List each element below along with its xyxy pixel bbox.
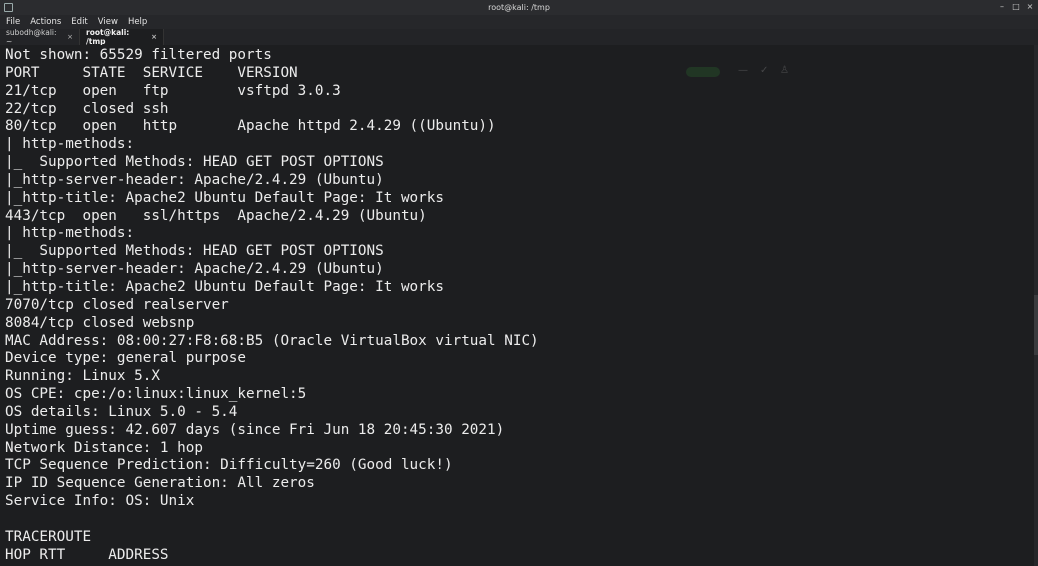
terminal-line: |_http-server-header: Apache/2.4.29 (Ubu…: [5, 261, 384, 278]
terminal-line: | http-methods:: [5, 225, 135, 242]
terminal-app-icon: [4, 3, 13, 12]
menu-file[interactable]: File: [6, 17, 20, 27]
terminal-line: Uptime guess: 42.607 days (since Fri Jun…: [5, 421, 505, 438]
terminal-output[interactable]: — ✓ ♙ Not shown: 65529 filtered ports POR…: [0, 45, 1038, 566]
terminal-line: TCP Sequence Prediction: Difficulty=260 …: [5, 457, 453, 474]
terminal-line: PORT STATE SERVICE VERSION: [5, 64, 298, 81]
terminal-lines: Not shown: 65529 filtered ports PORT STAT…: [5, 47, 539, 564]
close-icon[interactable]: ×: [1026, 2, 1034, 12]
overlay-check-icon: ✓: [760, 65, 769, 76]
tab-close-icon[interactable]: ×: [151, 33, 157, 41]
terminal-line: Service Info: OS: Unix: [5, 493, 195, 510]
menu-view[interactable]: View: [98, 17, 118, 27]
title-bar: root@kali: /tmp – □ ×: [0, 0, 1038, 15]
terminal-line: |_ Supported Methods: HEAD GET POST OPTI…: [5, 154, 384, 171]
terminal-line: TRACEROUTE: [5, 528, 92, 545]
tab-bar: subodh@kali: ~ × root@kali: /tmp ×: [0, 28, 1038, 46]
tab-label: subodh@kali: ~: [6, 28, 57, 46]
maximize-icon[interactable]: □: [1012, 2, 1020, 12]
menu-actions[interactable]: Actions: [30, 17, 61, 27]
tab-label: root@kali: /tmp: [86, 28, 130, 46]
overlay-dash-icon: —: [738, 65, 748, 76]
overlay-pill: [686, 67, 720, 77]
tab-close-icon[interactable]: ×: [67, 33, 73, 41]
terminal-window: root@kali: /tmp – □ × File Actions Edit …: [0, 0, 1038, 566]
minimize-icon[interactable]: –: [998, 2, 1006, 12]
scrollbar-thumb[interactable]: [1034, 295, 1038, 355]
terminal-line: Running: Linux 5.X: [5, 368, 160, 385]
menu-bar: File Actions Edit View Help: [0, 15, 1038, 29]
terminal-line: Device type: general purpose: [5, 350, 247, 367]
terminal-line: 80/tcp open http Apache httpd 2.4.29 ((U…: [5, 118, 496, 135]
terminal-line: | http-methods:: [5, 136, 135, 153]
background-overlay-toolbar: — ✓ ♙: [686, 65, 796, 79]
terminal-line: 7070/tcp closed realserver: [5, 296, 229, 313]
terminal-line: OS CPE: cpe:/o:linux:linux_kernel:5: [5, 386, 307, 403]
terminal-line: 443/tcp open ssl/https Apache/2.4.29 (Ub…: [5, 207, 427, 224]
terminal-line: 21/tcp open ftp vsftpd 3.0.3: [5, 82, 341, 99]
terminal-line: Network Distance: 1 hop: [5, 439, 203, 456]
window-controls: – □ ×: [998, 2, 1034, 12]
window-title: root@kali: /tmp: [488, 3, 550, 12]
terminal-line: HOP RTT ADDRESS: [5, 546, 169, 563]
menu-edit[interactable]: Edit: [71, 17, 87, 27]
terminal-line: |_http-title: Apache2 Ubuntu Default Pag…: [5, 189, 444, 206]
terminal-line: IP ID Sequence Generation: All zeros: [5, 475, 315, 492]
tab-subodh[interactable]: subodh@kali: ~ ×: [0, 28, 80, 46]
menu-help[interactable]: Help: [128, 17, 147, 27]
terminal-line: OS details: Linux 5.0 - 5.4: [5, 403, 238, 420]
terminal-line: |_http-title: Apache2 Ubuntu Default Pag…: [5, 278, 444, 295]
terminal-line: |_http-server-header: Apache/2.4.29 (Ubu…: [5, 171, 384, 188]
tab-root[interactable]: root@kali: /tmp ×: [80, 28, 164, 46]
terminal-line: 22/tcp closed ssh: [5, 100, 169, 117]
overlay-figure-icon: ♙: [780, 65, 789, 76]
terminal-line: MAC Address: 08:00:27:F8:68:B5 (Oracle V…: [5, 332, 539, 349]
scrollbar[interactable]: [1034, 45, 1038, 566]
terminal-line: 8084/tcp closed websnp: [5, 314, 195, 331]
terminal-line: |_ Supported Methods: HEAD GET POST OPTI…: [5, 243, 384, 260]
terminal-line: Not shown: 65529 filtered ports: [5, 47, 272, 63]
